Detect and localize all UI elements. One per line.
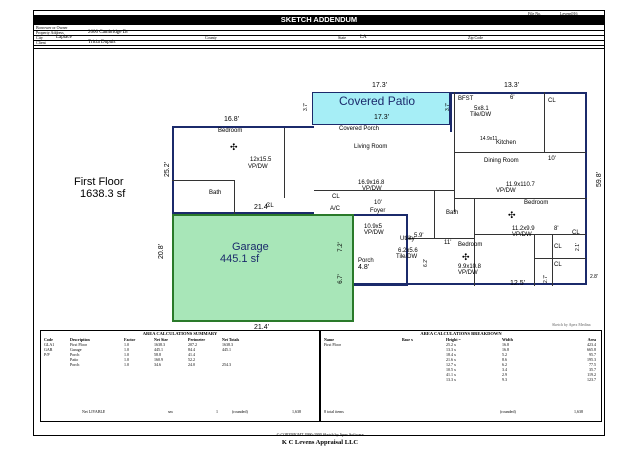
room-bedroom-1-size: 12x15.5 — [250, 157, 272, 163]
ceiling-fan-icon-2: ✣ — [508, 210, 516, 220]
room-kitchen: Kitchen — [496, 140, 517, 146]
summary-table: Code Description Factor Net Size Perimet… — [44, 337, 316, 367]
company-name: K C Levens Appraisal LLC — [281, 439, 359, 446]
right-small-2: 2.7' — [542, 275, 549, 283]
city-value: Laplace — [56, 35, 72, 40]
first-floor-label: First Floor — [74, 176, 124, 188]
ceiling-fan-icon-3: ✣ — [462, 252, 470, 262]
room-bedroom-1: Bedroom — [218, 128, 243, 134]
room-bedroom-1-floor: VP/DW — [248, 164, 268, 170]
summary-title: AREA CALCULATIONS SUMMARY — [142, 331, 218, 336]
room-bfst-floor: Tile/DW — [470, 112, 492, 118]
state-value: LA — [360, 35, 367, 40]
room-bath-2: Bath — [446, 210, 459, 216]
breakdown-footer-rounded: (rounded) — [500, 409, 516, 414]
room-cl-br1: CL — [554, 244, 562, 250]
sketch-credit: Sketch by Apex Medina — [552, 322, 591, 327]
patio-inner-dim: 17.3' — [374, 114, 389, 121]
summary-cell: 34.6 — [154, 362, 161, 367]
property-address-value: 2600 Cambridge Dr — [88, 30, 128, 35]
porch-side-dim: 6.7' — [337, 274, 344, 284]
garage — [172, 214, 354, 322]
right-small-1: 2.8' — [590, 274, 598, 280]
room-bfst: BFST — [458, 96, 474, 102]
sketch-area: Covered Patio 17.3' 17.3' Covered Porch … — [34, 48, 604, 331]
breakdown-row: 13.3 x 9.3 123.7 — [324, 377, 598, 382]
breakdown-cell: 9.3 — [502, 377, 507, 382]
room-bedroom-2-floor: VP/DW — [512, 232, 532, 238]
utility-side-dim: 5.9' — [414, 233, 424, 239]
patio-side-left: 3.7' — [302, 103, 309, 111]
client-label: Client — [36, 40, 46, 45]
room-cl-1: CL — [266, 203, 274, 209]
porch-left-dim: 7.2' — [337, 242, 344, 252]
bed3-side-dim: 8' — [554, 226, 559, 232]
breakdown-footer-total: 1,638 — [574, 409, 583, 414]
client-value: Tricia Dupuis — [88, 40, 116, 45]
zip-label: Zip Code — [468, 35, 483, 40]
breakdown-table: Name Base x Height = Width Area First Fl… — [324, 337, 598, 382]
breakdown-footer-items: 8 total items — [324, 409, 344, 414]
room-dining: Dining Room — [484, 158, 519, 164]
room-bedroom-2: Bedroom — [524, 200, 549, 206]
foyer-side-dim: 10' — [374, 200, 382, 206]
county-label: County — [205, 35, 217, 40]
bottom-right-dim: 12.5' — [510, 280, 525, 287]
covered-patio-title: Covered Patio — [339, 94, 416, 108]
first-floor-area: 1638.3 sf — [80, 188, 126, 200]
summary-row: Porch 1.0 34.6 24.0 254.3 — [44, 362, 316, 367]
room-kitchen-size: 14.9x11 — [480, 136, 498, 142]
room-bedroom-3-floor: VP/DW — [458, 270, 478, 276]
breakdown-cell: 13.3 x — [446, 377, 456, 382]
room-cl-br2: CL — [554, 262, 562, 268]
room-porch: Porch — [358, 258, 374, 264]
ceiling-fan-icon: ✣ — [230, 142, 238, 152]
dining-side-dim: 10' — [548, 156, 556, 162]
room-utility-floor: VP/DW — [364, 230, 384, 236]
summary-footer-unit: sm — [168, 409, 173, 414]
bedroom-top-dim: 16.8' — [224, 116, 239, 123]
patio-top-dim: 17.3' — [372, 82, 387, 89]
breakdown-cell: 123.7 — [587, 377, 596, 382]
room-bath-3-floor: Tile/DW — [396, 254, 418, 260]
summary-cell: 24.0 — [188, 362, 195, 367]
right-small-3: 2.1' — [574, 243, 581, 251]
room-cl-mid: CL — [332, 194, 340, 200]
garage-side-dim: 20.8' — [157, 244, 165, 259]
state-label: State — [338, 35, 346, 40]
summary-cell: 1.0 — [124, 362, 129, 367]
summary-footer-label: Net LIVABLE — [82, 409, 106, 414]
bed2-side-dim: 11' — [444, 240, 452, 246]
summary-footer-count: 1 — [216, 409, 218, 414]
summary-footer-rounded: (rounded) — [232, 409, 248, 414]
bath-side-dim: 6.2' — [422, 259, 429, 267]
copyright: © COPYRIGHT 1990-2000 Sketch by Apex Sof… — [276, 432, 364, 437]
room-utility: Utility — [400, 236, 415, 242]
page-title: SKETCH ADDENDUM — [280, 15, 358, 24]
house-wall-left — [172, 126, 314, 214]
room-cl-top: CL — [548, 98, 556, 104]
room-ac: A/C — [330, 206, 341, 212]
room-foyer: Foyer — [370, 208, 386, 214]
garage-area: 445.1 sf — [220, 253, 260, 265]
summary-footer-total: 1,638 — [292, 409, 301, 414]
summary-cell: 254.3 — [222, 362, 231, 367]
room-living: Living Room — [354, 144, 388, 150]
left-side-dim: 25.2' — [163, 162, 171, 177]
breakdown-title: AREA CALCULATIONS BREAKDOWN — [420, 331, 502, 336]
garage-title: Garage — [232, 241, 269, 253]
room-cl-r: CL — [572, 230, 580, 236]
porch-bottom-dim: 4.8' — [358, 264, 370, 271]
summary-cell: Porch — [70, 362, 80, 367]
summary-cell — [44, 362, 70, 367]
room-living-floor: VP/DW — [362, 186, 382, 192]
right-side-dim: 59.8' — [595, 172, 603, 187]
title-bar: SKETCH ADDENDUM — [34, 15, 604, 25]
right-top-dim: 13.3' — [504, 82, 519, 89]
room-dining-floor: VP/DW — [496, 188, 516, 194]
room-bedroom-3: Bedroom — [458, 242, 483, 248]
bfst-side-dim: 6' — [510, 95, 515, 101]
room-bath-1: Bath — [209, 190, 222, 196]
